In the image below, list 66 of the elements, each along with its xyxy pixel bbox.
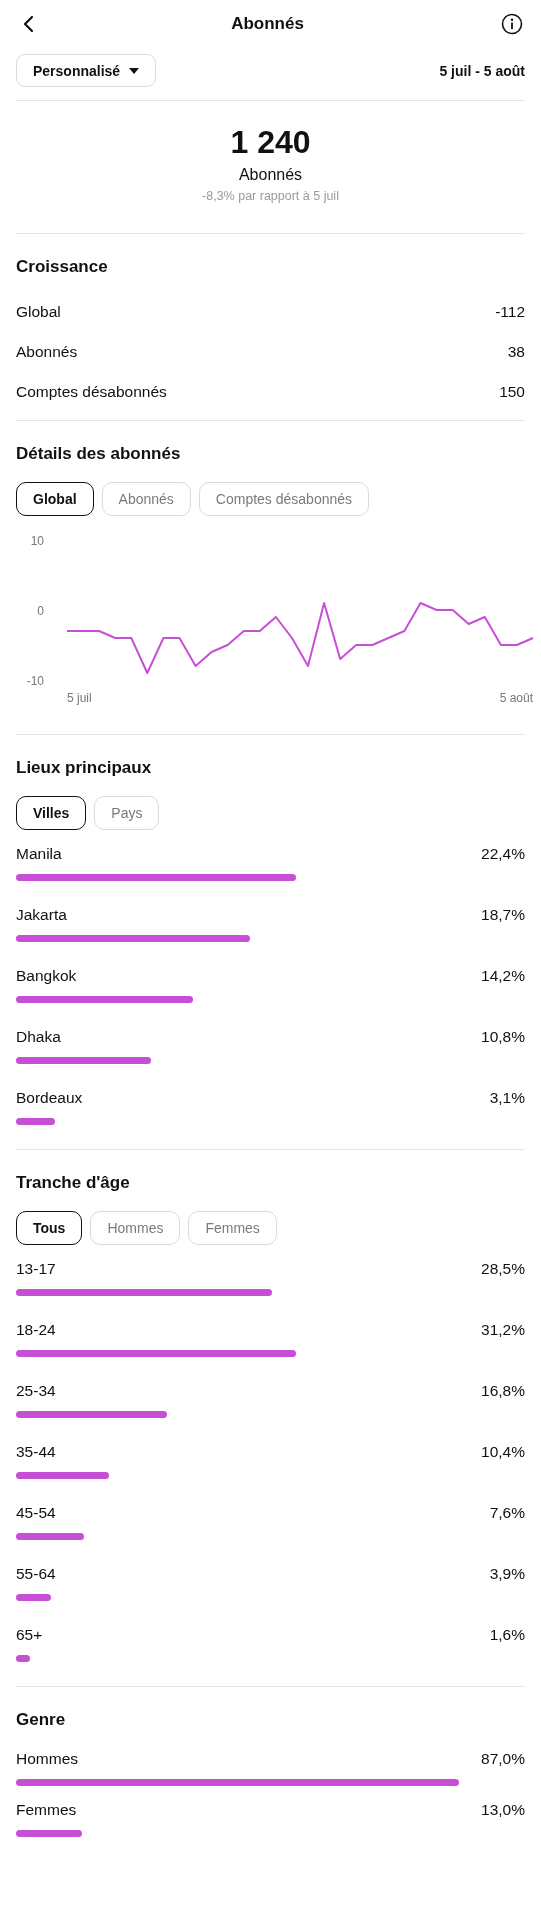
row-label: 25-34: [16, 1382, 56, 1400]
filter-tab[interactable]: Abonnés: [101, 482, 191, 516]
row-label: Manila: [16, 845, 62, 863]
section-title: Croissance: [16, 256, 109, 278]
axis-label: 5 août: [499, 691, 533, 705]
metric-value: 150: [499, 383, 525, 401]
row-label: Jakarta: [16, 906, 67, 924]
percent-value: 13,0%: [481, 1801, 525, 1819]
back-icon[interactable]: [22, 15, 34, 33]
row-label: 55-64: [16, 1565, 56, 1583]
filter-tab[interactable]: Comptes désabonnés: [198, 482, 370, 516]
percent-value: 87,0%: [481, 1750, 525, 1768]
axis-label: 10: [30, 534, 44, 548]
filter-tab[interactable]: Global: [16, 482, 94, 516]
section-title: Tranche d'âge: [16, 1172, 131, 1194]
percent-value: 3,9%: [489, 1565, 525, 1583]
percent-value: 31,2%: [481, 1321, 525, 1339]
caret-icon: [129, 67, 140, 74]
row-label: 18-24: [16, 1321, 56, 1339]
bar-fill: [16, 1118, 55, 1125]
percent-value: 1,6%: [489, 1626, 525, 1644]
bar-fill: [16, 1830, 83, 1837]
axis-label: 5 juil: [67, 691, 92, 705]
row-label: Bangkok: [16, 967, 77, 985]
comparison-text: -8,3% par rapport à 5 juil: [202, 189, 339, 203]
date-range: 5 juil - 5 août: [439, 62, 525, 79]
axis-label: 0: [37, 604, 44, 618]
filter-tab[interactable]: Femmes: [188, 1211, 277, 1245]
row-label: 13-17: [16, 1260, 56, 1278]
row-label: 65+: [16, 1626, 43, 1644]
page-title: Abonnés: [231, 14, 304, 34]
follower-count: 1 240: [230, 124, 311, 160]
filter-tab[interactable]: Tous: [16, 1211, 83, 1245]
percent-value: 7,6%: [489, 1504, 525, 1522]
percent-value: 18,7%: [481, 906, 525, 924]
percent-value: 14,2%: [481, 967, 525, 985]
section-title: Détails des abonnés: [16, 443, 182, 465]
percent-value: 3,1%: [489, 1089, 525, 1107]
bar-fill: [16, 1594, 51, 1601]
metric-label: Abonnés: [16, 343, 78, 361]
row-label: Bordeaux: [16, 1089, 83, 1107]
row-label: Dhaka: [16, 1028, 61, 1046]
metric-value: 38: [507, 343, 525, 361]
info-icon[interactable]: [501, 13, 523, 35]
section-title: Lieux principaux: [16, 757, 153, 779]
percent-value: 10,4%: [481, 1443, 525, 1461]
filter-tab[interactable]: Pays: [94, 796, 160, 830]
percent-value: 22,4%: [481, 845, 525, 863]
percent-value: 10,8%: [481, 1028, 525, 1046]
row-label: 45-54: [16, 1504, 56, 1522]
percent-value: 28,5%: [481, 1260, 525, 1278]
period-dropdown[interactable]: Personnalisé: [16, 54, 157, 87]
section-title: Genre: [16, 1709, 67, 1731]
filter-tab[interactable]: Villes: [16, 796, 87, 830]
row-label: Hommes: [16, 1750, 78, 1768]
metric-label: Global: [16, 303, 61, 321]
row-label: Femmes: [16, 1801, 77, 1819]
metric-label: Comptes désabonnés: [16, 383, 167, 401]
filter-tab[interactable]: Hommes: [90, 1211, 181, 1245]
percent-value: 16,8%: [481, 1382, 525, 1400]
summary-label: Abonnés: [238, 166, 303, 184]
bar-fill: [16, 1533, 85, 1540]
axis-label: -10: [26, 674, 44, 688]
metric-value: -112: [495, 303, 525, 321]
bar-fill: [16, 1655, 31, 1662]
row-label: 35-44: [16, 1443, 56, 1461]
